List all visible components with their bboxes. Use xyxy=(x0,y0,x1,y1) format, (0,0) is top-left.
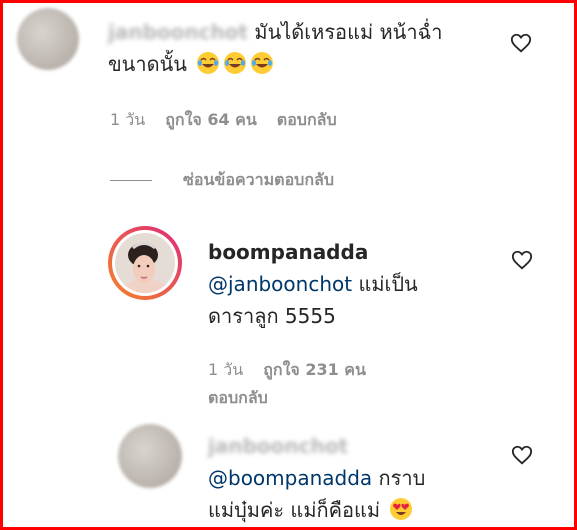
reply-text-line2: ดาราลูก 5555 xyxy=(208,304,336,328)
avatar-inner xyxy=(112,230,178,296)
comment-time[interactable]: 1 วัน xyxy=(110,110,145,129)
reply-text-line2: แม่บุ๋มค่ะ แม่ก็คือแม่ xyxy=(208,498,381,522)
avatar-boompanadda[interactable] xyxy=(108,226,182,300)
reply-time[interactable]: 1 วัน xyxy=(208,360,243,379)
laughing-emoji-icon xyxy=(224,52,247,74)
like-heart-icon[interactable] xyxy=(511,249,533,271)
reply-button[interactable]: ตอบกลับ xyxy=(208,386,268,411)
reply-button[interactable]: ตอบกลับ xyxy=(277,110,337,129)
reply-text-line1: แม่เป็น xyxy=(352,272,418,296)
reply-likes[interactable]: ถูกใจ 231 คน xyxy=(263,360,366,379)
username-blurred[interactable]: janboonchot xyxy=(208,434,348,458)
heart-eyes-emoji-icon xyxy=(390,498,413,520)
laughing-emoji-icon xyxy=(251,52,274,74)
like-heart-icon[interactable] xyxy=(510,32,532,54)
mention-link[interactable]: @boompanadda xyxy=(208,466,372,490)
like-heart-icon[interactable] xyxy=(511,444,533,466)
mention-link[interactable]: @janboonchot xyxy=(208,272,352,296)
username-boompanadda[interactable]: boompanadda xyxy=(208,240,368,264)
reply-body: boompanadda @janboonchot แม่เป็น ดาราลูก… xyxy=(208,236,508,332)
comment-body: janboonchot มันได้เหรอแม่ หน้าฉ่ำ ขนาดนั… xyxy=(108,16,488,80)
reply-text-line1: กราบ xyxy=(372,466,426,490)
laughing-emoji-icon xyxy=(197,52,220,74)
comment-text-line2: ขนาดนั้น xyxy=(108,52,187,76)
reply-body: janboonchot @boompanadda กราบ แม่บุ๋มค่ะ… xyxy=(208,430,518,526)
hide-replies-divider xyxy=(110,180,152,181)
comment-meta: 1 วัน ถูกใจ 64 คน ตอบกลับ xyxy=(110,108,357,133)
avatar-janboonchot[interactable] xyxy=(118,424,182,488)
comment-likes[interactable]: ถูกใจ 64 คน xyxy=(165,110,257,129)
reply-meta: 1 วัน ถูกใจ 231 คน xyxy=(208,358,386,383)
avatar-janboonchot[interactable] xyxy=(17,8,79,70)
username-blurred[interactable]: janboonchot xyxy=(108,20,248,44)
hide-replies-button[interactable]: ซ่อนข้อความตอบกลับ xyxy=(183,168,334,193)
comment-text-line1: มันได้เหรอแม่ หน้าฉ่ำ xyxy=(254,20,443,44)
profile-photo xyxy=(115,233,175,293)
